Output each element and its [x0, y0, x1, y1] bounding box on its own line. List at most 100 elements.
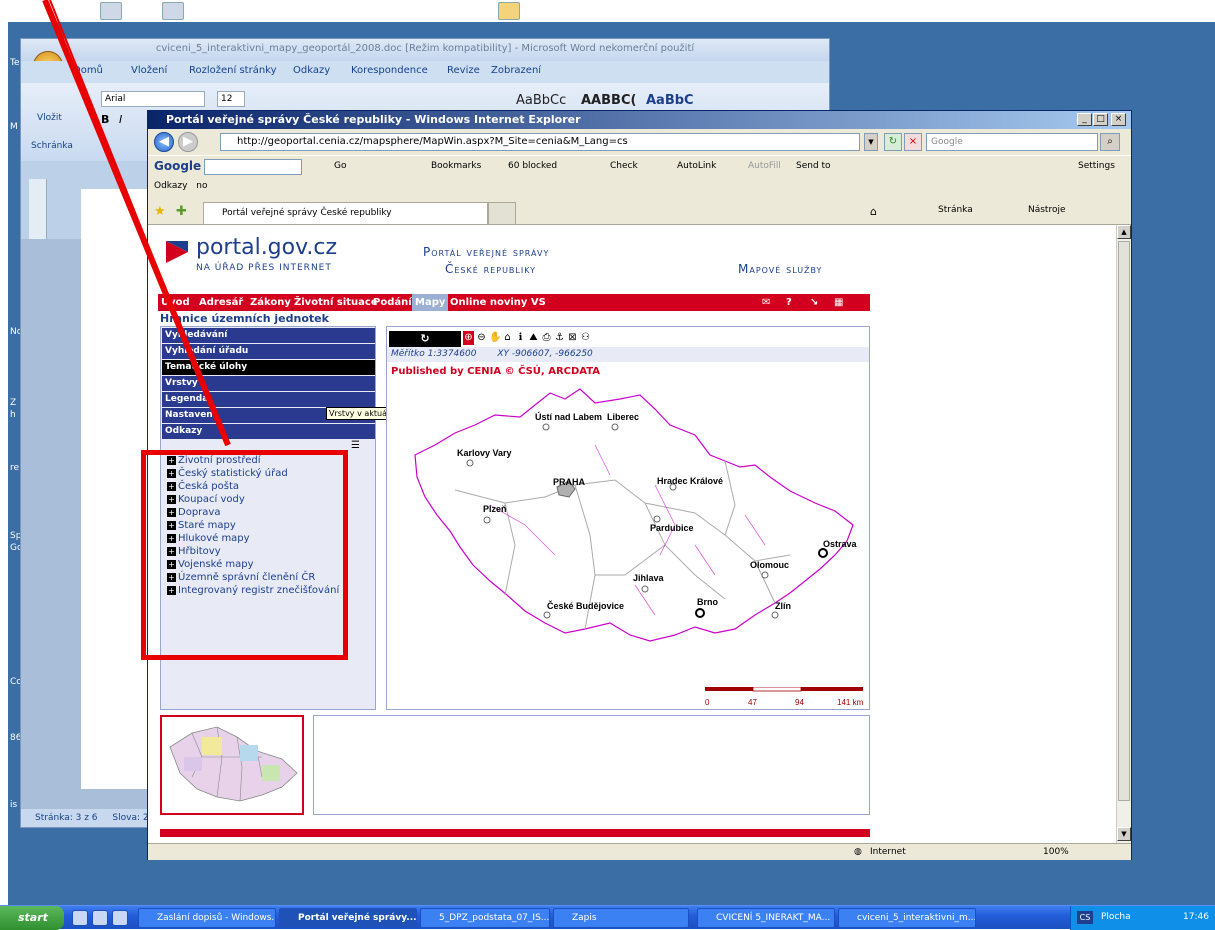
desktop-icon-label[interactable]: is [10, 800, 17, 810]
taskbar-button[interactable]: cviceni_5_interaktivni_m... [838, 908, 976, 928]
forward-icon[interactable]: ▶ [178, 132, 198, 152]
menu-vyhledani-uradu[interactable]: Vyhledání úřadu [162, 344, 375, 359]
style-title[interactable]: AABBC( [581, 93, 636, 108]
italic-icon[interactable]: I [119, 113, 122, 126]
print-icon[interactable]: ⎙ [541, 331, 552, 345]
city-zlin[interactable]: Zlín [771, 601, 791, 619]
user-icon[interactable]: ⚇ [580, 331, 591, 345]
send-to[interactable]: Send to [796, 161, 831, 171]
taskbar-button[interactable]: Zaslání dopisů - Windows... [138, 908, 276, 928]
tools-menu[interactable]: Nástroje [1028, 205, 1066, 215]
google-go[interactable]: Go [334, 161, 346, 171]
bold-icon[interactable]: B [101, 113, 109, 126]
menu-odkazy[interactable]: Odkazy [162, 424, 375, 439]
desktop-file-icon[interactable] [162, 2, 184, 20]
minimize-button[interactable]: _ [1077, 113, 1092, 126]
word-tab-references[interactable]: Odkazy [293, 65, 330, 76]
word-tab-view[interactable]: Zobrazení [491, 65, 541, 76]
back-icon[interactable]: ◀ [154, 132, 174, 152]
desktop-icon-label[interactable]: h [10, 410, 16, 420]
spell-check[interactable]: Check [610, 161, 638, 171]
select-icon[interactable]: ⊠ [567, 331, 578, 345]
nav-online-noviny[interactable]: Online noviny VS [450, 294, 546, 311]
word-tab-insert[interactable]: Vložení [131, 65, 167, 76]
menu-vyhledavani[interactable]: Vyhledávání [162, 328, 375, 343]
word-tab-layout[interactable]: Rozložení stránky [189, 65, 277, 76]
help-icon[interactable]: ? [786, 294, 792, 311]
new-tab-button[interactable] [488, 202, 516, 224]
nav-zakony[interactable]: Zákony [250, 294, 291, 311]
home-icon[interactable]: ⌂ [870, 205, 877, 218]
desktop-toolbar[interactable]: Plocha [1101, 906, 1131, 929]
menu-legenda[interactable]: Legenda [162, 392, 375, 407]
scroll-up-icon[interactable]: ▲ [1117, 225, 1131, 239]
explorer-quicklaunch-icon[interactable] [112, 910, 128, 926]
taskbar-button-active[interactable]: Portál veřejné správy... [279, 908, 417, 928]
overview-map[interactable] [160, 715, 304, 815]
paste-label[interactable]: Vložit [37, 113, 62, 123]
anchor-icon[interactable]: ⚓ [554, 331, 565, 345]
font-size-box[interactable]: 12 [217, 91, 245, 107]
word-tab-home[interactable]: Domů [73, 65, 103, 76]
font-name-box[interactable]: Arial [101, 91, 205, 107]
autofill[interactable]: AutoFill [748, 161, 781, 171]
page-menu[interactable]: Stránka [938, 205, 973, 215]
nav-uvod[interactable]: Úvod [161, 294, 190, 311]
menu-vrstvy[interactable]: Vrstvy [162, 376, 375, 391]
browser-tab[interactable]: Portál veřejné správy České republiky [203, 202, 488, 224]
czech-map[interactable]: Ústí nad Labem Liberec Karlovy Vary PRAH… [395, 385, 865, 655]
zoom-in-icon[interactable]: ⊕ [463, 331, 474, 345]
language-indicator[interactable]: CS [1077, 911, 1093, 924]
nav-mapy[interactable]: Mapy [412, 294, 449, 311]
measure-icon[interactable]: ⛰ [528, 331, 539, 345]
start-button[interactable]: start [0, 906, 64, 930]
url-dropdown-icon[interactable]: ▼ [864, 133, 878, 151]
settings[interactable]: Settings [1078, 161, 1115, 171]
maximize-button[interactable]: □ [1093, 113, 1108, 126]
home-extent-icon[interactable]: ⌂ [502, 331, 513, 345]
portal-logo-icon[interactable] [166, 241, 188, 263]
bookmarks-button[interactable]: Bookmarks [431, 161, 481, 171]
pan-hand-icon[interactable]: ✋ [489, 331, 501, 345]
desktop-icon-label[interactable]: Z [10, 398, 16, 408]
sitemap-icon[interactable]: ↘ [810, 294, 818, 311]
city-praha[interactable]: PRAHA [553, 477, 586, 487]
desktop-icon-label[interactable]: Te [10, 58, 20, 68]
favorites-star-icon[interactable]: ★ [154, 204, 166, 219]
portal-logo-text[interactable]: portal.gov.cz [196, 235, 337, 260]
word-tab-mailings[interactable]: Korespondence [351, 65, 428, 76]
search-input[interactable]: Google [926, 133, 1098, 151]
google-logo[interactable]: Google [154, 159, 201, 173]
links-item[interactable]: no [196, 181, 207, 191]
popup-blocked[interactable]: 60 blocked [508, 161, 557, 171]
add-favorites-icon[interactable]: ✚ [176, 204, 187, 219]
scroll-down-icon[interactable]: ▼ [1117, 827, 1131, 841]
nav-zivotni-situace[interactable]: Životní situace [294, 294, 378, 311]
desktop-file-icon[interactable] [100, 2, 122, 20]
show-desktop-icon[interactable] [72, 910, 88, 926]
layer-list-icon[interactable]: ☰ [351, 440, 360, 451]
scroll-thumb[interactable] [1118, 241, 1130, 801]
city-ostrava[interactable]: Ostrava [818, 539, 858, 558]
stop-icon[interactable]: × [904, 133, 922, 151]
info-icon[interactable]: ℹ [515, 331, 526, 345]
nav-adresar[interactable]: Adresář [199, 294, 243, 311]
mail-icon[interactable]: ✉ [762, 294, 770, 311]
refresh-icon[interactable]: ↻ [884, 133, 902, 151]
zoom-out-icon[interactable]: ⊖ [476, 331, 487, 345]
search-icon[interactable]: ⌕ [1100, 133, 1120, 151]
english-flag-icon[interactable]: ▦ [834, 294, 843, 311]
taskbar-button[interactable]: 5_DPZ_podstata_07_IS.... [420, 908, 550, 928]
taskbar-button[interactable]: CVICENÍ 5_INERAKT_MA... [697, 908, 835, 928]
refresh-map-icon[interactable]: ↻ [389, 331, 461, 347]
zoom-level[interactable]: 100% [1043, 844, 1069, 860]
vertical-scrollbar[interactable]: ▲ ▼ [1116, 225, 1131, 843]
url-input[interactable]: http://geoportal.cenia.cz/mapsphere/MapW… [220, 133, 860, 151]
desktop-folder-icon[interactable] [498, 2, 520, 20]
google-search-box[interactable] [204, 159, 302, 175]
desktop-icon-label[interactable]: re [10, 463, 19, 473]
status-page[interactable]: Stránka: 3 z 6 [35, 813, 98, 823]
word-tab-review[interactable]: Revize [447, 65, 480, 76]
close-button[interactable]: × [1111, 113, 1126, 126]
style-normal[interactable]: AaBbCc [516, 93, 566, 108]
